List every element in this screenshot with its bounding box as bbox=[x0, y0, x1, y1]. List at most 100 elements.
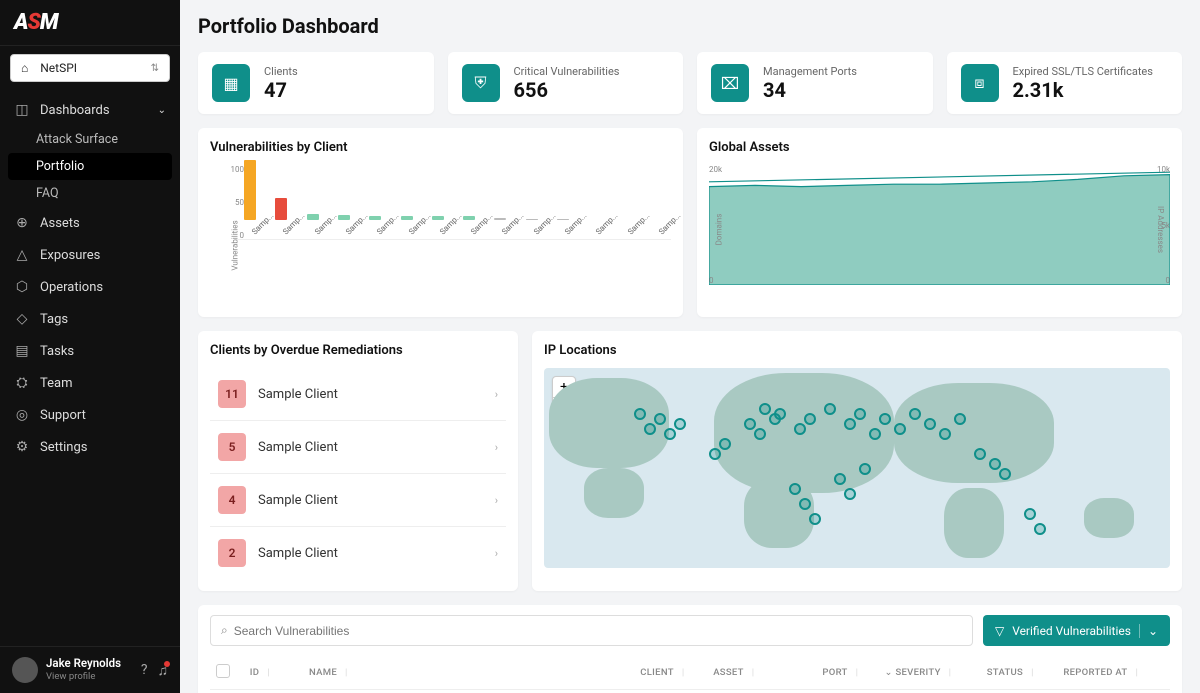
bar[interactable] bbox=[432, 216, 444, 220]
overdue-item[interactable]: 4 Sample Client › bbox=[210, 473, 506, 526]
table-header[interactable]: ASSET| bbox=[707, 656, 816, 690]
stat-value: 2.31k bbox=[1013, 78, 1153, 102]
overdue-item[interactable]: 11 Sample Client › bbox=[210, 368, 506, 420]
nav-exposures[interactable]: △Exposures bbox=[0, 239, 180, 271]
map-marker[interactable] bbox=[834, 473, 846, 485]
bar-label: Samp... bbox=[657, 230, 663, 236]
table-header[interactable]: ⌄ SEVERITY| bbox=[879, 656, 981, 690]
table-header[interactable]: STATUS| bbox=[981, 656, 1058, 690]
map-marker[interactable] bbox=[854, 408, 866, 420]
map-marker[interactable] bbox=[654, 413, 666, 425]
nav-operations[interactable]: ⬡Operations bbox=[0, 271, 180, 303]
filter-button[interactable]: ▽ Verified Vulnerabilities ⌄ bbox=[983, 615, 1170, 646]
search-box[interactable]: ⌕ bbox=[210, 615, 973, 646]
user-meta[interactable]: Jake Reynolds View profile bbox=[46, 657, 133, 682]
map-marker[interactable] bbox=[824, 403, 836, 415]
map-marker[interactable] bbox=[844, 488, 856, 500]
bar[interactable] bbox=[526, 219, 538, 221]
map-marker[interactable] bbox=[954, 413, 966, 425]
bar[interactable] bbox=[557, 219, 569, 220]
bar[interactable] bbox=[307, 214, 319, 220]
nav-support[interactable]: ◎Support bbox=[0, 399, 180, 431]
bar[interactable] bbox=[369, 216, 381, 221]
overdue-panel: Clients by Overdue Remediations 11 Sampl… bbox=[198, 331, 518, 591]
map-marker[interactable] bbox=[664, 428, 676, 440]
bar[interactable] bbox=[338, 215, 350, 220]
map-marker[interactable] bbox=[674, 418, 686, 430]
org-selector[interactable]: ⌂ NetSPI ⇅ bbox=[10, 54, 170, 82]
bar[interactable] bbox=[401, 216, 413, 221]
world-map[interactable]: + − bbox=[544, 368, 1170, 568]
map-marker[interactable] bbox=[719, 438, 731, 450]
bar-label: Samp... bbox=[313, 230, 319, 236]
nav-dashboards[interactable]: ◫ Dashboards ⌄ bbox=[0, 94, 180, 126]
map-marker[interactable] bbox=[789, 483, 801, 495]
map-marker[interactable] bbox=[869, 428, 881, 440]
map-marker[interactable] bbox=[999, 468, 1011, 480]
select-arrows-icon: ⇅ bbox=[151, 63, 159, 74]
bar-label: Samp... bbox=[594, 230, 600, 236]
map-marker[interactable] bbox=[809, 513, 821, 525]
overdue-item[interactable]: 2 Sample Client › bbox=[210, 526, 506, 579]
table-row[interactable]: 24718 Sensitive Information Disclosure -… bbox=[210, 690, 1170, 693]
nav-label: Settings bbox=[40, 440, 87, 455]
nav-portfolio[interactable]: Portfolio bbox=[8, 153, 172, 180]
map-marker[interactable] bbox=[634, 408, 646, 420]
map-marker[interactable] bbox=[1024, 508, 1036, 520]
table-header[interactable]: PORT| bbox=[816, 656, 878, 690]
map-marker[interactable] bbox=[744, 418, 756, 430]
map-marker[interactable] bbox=[644, 423, 656, 435]
vuln-table-panel: ⌕ ▽ Verified Vulnerabilities ⌄ ID|NAME|C… bbox=[198, 605, 1182, 693]
map-marker[interactable] bbox=[879, 413, 891, 425]
table-header[interactable]: ID| bbox=[244, 656, 303, 690]
map-marker[interactable] bbox=[924, 418, 936, 430]
panel-title: IP Locations bbox=[544, 343, 1170, 358]
stat-icon: ⧈ bbox=[961, 64, 999, 102]
nav-team[interactable]: ⛭Team bbox=[0, 367, 180, 399]
select-all-checkbox[interactable] bbox=[216, 664, 230, 678]
map-marker[interactable] bbox=[939, 428, 951, 440]
bar[interactable] bbox=[244, 160, 256, 220]
map-marker[interactable] bbox=[759, 403, 771, 415]
map-marker[interactable] bbox=[909, 408, 921, 420]
nav-faq[interactable]: FAQ bbox=[0, 180, 180, 207]
table-header[interactable]: REPORTED AT| bbox=[1057, 656, 1170, 690]
map-marker[interactable] bbox=[804, 413, 816, 425]
map-marker[interactable] bbox=[799, 498, 811, 510]
map-marker[interactable] bbox=[774, 408, 786, 420]
nav-label: Support bbox=[40, 408, 86, 423]
table-header[interactable]: NAME| bbox=[303, 656, 634, 690]
map-marker[interactable] bbox=[794, 423, 806, 435]
map-marker[interactable] bbox=[754, 428, 766, 440]
left-ticks: 20k0 bbox=[709, 165, 722, 285]
map-marker[interactable] bbox=[974, 448, 986, 460]
bar[interactable] bbox=[463, 216, 475, 220]
avatar[interactable] bbox=[12, 657, 38, 683]
sidebar-footer: Jake Reynolds View profile ? ♫ bbox=[0, 646, 180, 693]
filter-label: Verified Vulnerabilities bbox=[1012, 624, 1131, 638]
cell-id: 24718 bbox=[244, 690, 303, 693]
map-marker[interactable] bbox=[709, 448, 721, 460]
map-marker[interactable] bbox=[859, 463, 871, 475]
map-marker[interactable] bbox=[1034, 523, 1046, 535]
bar[interactable] bbox=[494, 218, 506, 220]
nav-tags[interactable]: ◇Tags bbox=[0, 303, 180, 335]
nav-attack-surface[interactable]: Attack Surface bbox=[0, 126, 180, 153]
search-input[interactable] bbox=[234, 624, 962, 638]
map-marker[interactable] bbox=[894, 423, 906, 435]
bar-label: Samp... bbox=[375, 230, 381, 236]
nav-settings[interactable]: ⚙Settings bbox=[0, 431, 180, 463]
table-header[interactable]: CLIENT| bbox=[634, 656, 707, 690]
table-header[interactable] bbox=[210, 656, 244, 690]
bell-icon[interactable]: ♫ bbox=[158, 662, 169, 679]
nav-assets[interactable]: ⊕Assets bbox=[0, 207, 180, 239]
nav-tasks[interactable]: ▤Tasks bbox=[0, 335, 180, 367]
map-marker[interactable] bbox=[844, 418, 856, 430]
bar[interactable] bbox=[275, 198, 287, 221]
nav-label: Assets bbox=[40, 216, 80, 231]
home-icon: ⌂ bbox=[21, 61, 28, 75]
help-icon[interactable]: ? bbox=[141, 662, 148, 679]
overdue-item[interactable]: 5 Sample Client › bbox=[210, 420, 506, 473]
nav-label: Exposures bbox=[40, 248, 100, 263]
map-marker[interactable] bbox=[989, 458, 1001, 470]
